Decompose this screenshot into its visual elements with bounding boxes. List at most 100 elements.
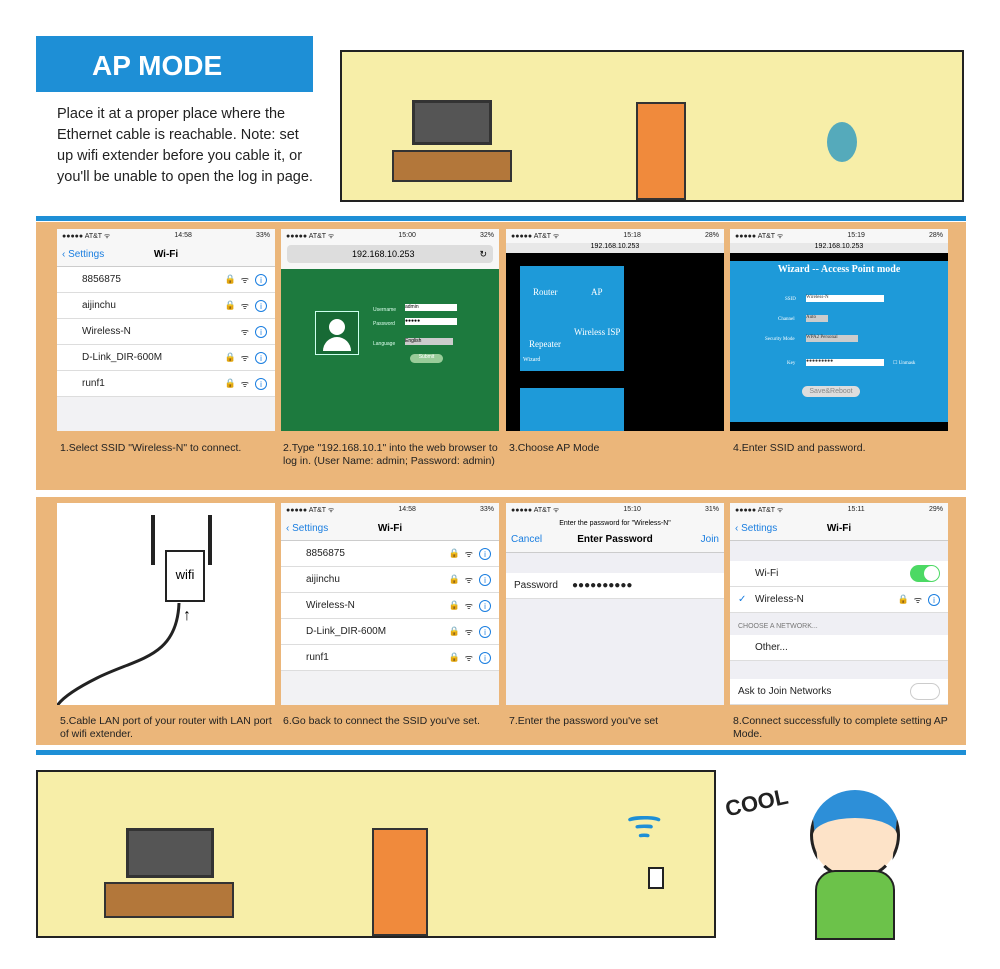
element: ‹ Settings Wi-Fi	[281, 517, 499, 541]
username-input[interactable]: admin	[405, 304, 457, 311]
language-select[interactable]: English	[405, 338, 453, 345]
submit-button[interactable]: Submit	[410, 354, 443, 363]
lock-icon: 🔒	[224, 274, 236, 284]
save-reboot-button[interactable]: Save&Reboot	[802, 386, 860, 397]
step-caption: 8.Connect successfully to complete setti…	[733, 715, 948, 740]
element: Settings	[741, 523, 778, 534]
info-icon[interactable]: i	[479, 573, 491, 586]
network-item[interactable]: runf1 🔒 ᯤ i	[281, 645, 499, 671]
mode-ap[interactable]: AP	[591, 287, 603, 297]
mode-router[interactable]: Router	[533, 287, 558, 297]
wifi-icon: ᯤ	[240, 301, 249, 311]
intro-text: Place it at a proper place where the Eth…	[57, 106, 313, 185]
address-bar[interactable]: 192.168.10.253 ↻	[287, 245, 493, 263]
element: ●●●●● AT&T ᯤ 15:00 32%	[281, 229, 499, 243]
settings-back-button[interactable]: ‹ Settings	[281, 523, 328, 534]
element: Unmask	[898, 361, 916, 366]
bottom-illustration: ᯤ	[36, 770, 716, 938]
element: aijinchu	[82, 300, 116, 311]
ssid-input[interactable]: Wireless-N	[806, 295, 884, 302]
network-item[interactable]: 8856875 🔒 ᯤ i	[281, 541, 499, 567]
step-caption: 3.Choose AP Mode	[509, 442, 600, 454]
password-input[interactable]: ●●●●●	[405, 318, 457, 325]
key-input[interactable]: ●●●●●●●●●	[806, 359, 884, 366]
element: ●●●●● AT&T ᯤ 15:10 31%	[506, 503, 724, 517]
info-icon[interactable]: i	[255, 351, 267, 364]
cancel-button[interactable]: Cancel	[506, 534, 542, 545]
wifi-icon: ᯤ	[464, 575, 473, 585]
network-item[interactable]: Wireless-N ᯤ i	[57, 319, 275, 345]
element: Settings	[292, 523, 329, 534]
network-item[interactable]: Wireless-N 🔒 ᯤ i	[281, 593, 499, 619]
element: Channel	[778, 317, 795, 322]
ask-join-toggle[interactable]	[910, 683, 940, 700]
element: SSID	[785, 297, 796, 302]
security-select[interactable]: WPA2 Personal	[806, 335, 858, 342]
phone-connected: ●●●●● AT&T ᯤ 15:11 29% ‹ Settings Wi-Fi Wi-…	[730, 503, 948, 705]
element: ●●●●● AT&T ᯤ	[735, 507, 784, 514]
info-icon[interactable]: i	[479, 651, 491, 664]
cabinet-illustration	[392, 150, 512, 182]
wifi-icon: ᯤ	[240, 353, 249, 363]
info-icon[interactable]: i	[479, 625, 491, 638]
join-button[interactable]: Join	[701, 534, 719, 545]
wifi-signal-icon: ᯤ	[626, 802, 663, 846]
element: ‹ Settings Wi-Fi	[57, 243, 275, 267]
info-icon[interactable]: i	[479, 599, 491, 612]
info-icon[interactable]: i	[479, 547, 491, 560]
password-field[interactable]: Password ●●●●●●●●●●	[506, 573, 724, 599]
element: 33%	[479, 506, 494, 513]
door-illustration	[372, 828, 428, 936]
wizard-heading: Wizard -- Access Point mode	[777, 264, 901, 275]
element: Settings	[68, 249, 105, 260]
element: 15:19	[847, 232, 865, 239]
element: 31%	[704, 506, 719, 513]
lock-icon: 🔒	[224, 300, 236, 310]
element: 15:00	[398, 232, 416, 239]
element: 192.168.10.253 ↻	[281, 243, 499, 269]
boy-illustration	[810, 790, 900, 880]
channel-select[interactable]: Auto	[806, 315, 828, 322]
element: aijinchu	[306, 574, 340, 585]
element: ●●●●● AT&T ᯤ	[511, 233, 560, 240]
network-item[interactable]: D-Link_DIR-600M 🔒 ᯤ i	[281, 619, 499, 645]
battery: 33%	[255, 232, 270, 239]
network-item[interactable]: aijinchu 🔒 ᯤ i	[57, 293, 275, 319]
mode-wizard[interactable]: Wizard	[523, 357, 540, 363]
wifi-logo	[520, 388, 624, 431]
info-icon[interactable]: i	[255, 377, 267, 390]
unmask-checkbox[interactable]: ☐ Unmask	[893, 360, 915, 366]
element	[151, 515, 155, 565]
info-icon[interactable]: i	[255, 299, 267, 312]
network-item[interactable]: runf1 🔒 ᯤ i	[57, 371, 275, 397]
page-title: AP MODE	[36, 36, 313, 92]
lock-icon: 🔒	[448, 600, 460, 610]
element: ●●●●● AT&T ᯤ 15:18 28%	[506, 229, 724, 243]
boy-shirt	[815, 870, 895, 940]
mode-menu: Router AP Wireless ISP Repeater Wizard	[520, 266, 624, 371]
wifi-icon: ᯤ	[464, 653, 473, 663]
extender-device	[648, 867, 664, 889]
network-item[interactable]: 8856875 🔒 ᯤ i	[57, 267, 275, 293]
element: 28%	[704, 232, 719, 239]
step-caption: 5.Cable LAN port of your router with LAN…	[60, 715, 272, 740]
element	[57, 602, 181, 705]
info-icon[interactable]: i	[255, 325, 267, 338]
element: ●●●●● AT&T ᯤ 14:58 33%	[281, 503, 499, 517]
element	[323, 337, 351, 351]
element: 8856875	[306, 548, 345, 559]
info-icon[interactable]: i	[255, 273, 267, 286]
ask-join-row[interactable]: Ask to Join Networks	[730, 679, 948, 705]
extender-device: wifi	[165, 550, 205, 602]
network-item[interactable]: ✓ Wireless-N 🔒 ᯤ i	[730, 587, 948, 613]
settings-back-button[interactable]: ‹ Settings	[730, 523, 777, 534]
step-caption: 1.Select SSID "Wireless-N" to connect.	[60, 442, 242, 454]
settings-back-button[interactable]: ‹ Settings	[57, 249, 104, 260]
info-icon[interactable]: i	[928, 593, 940, 606]
other-network[interactable]: Other...	[730, 635, 948, 661]
mode-repeater[interactable]: Repeater	[529, 339, 561, 349]
wifi-toggle[interactable]	[910, 565, 940, 582]
mode-wireless-isp[interactable]: Wireless ISP	[574, 327, 620, 337]
network-item[interactable]: D-Link_DIR-600M 🔒 ᯤ i	[57, 345, 275, 371]
network-item[interactable]: aijinchu 🔒 ᯤ i	[281, 567, 499, 593]
